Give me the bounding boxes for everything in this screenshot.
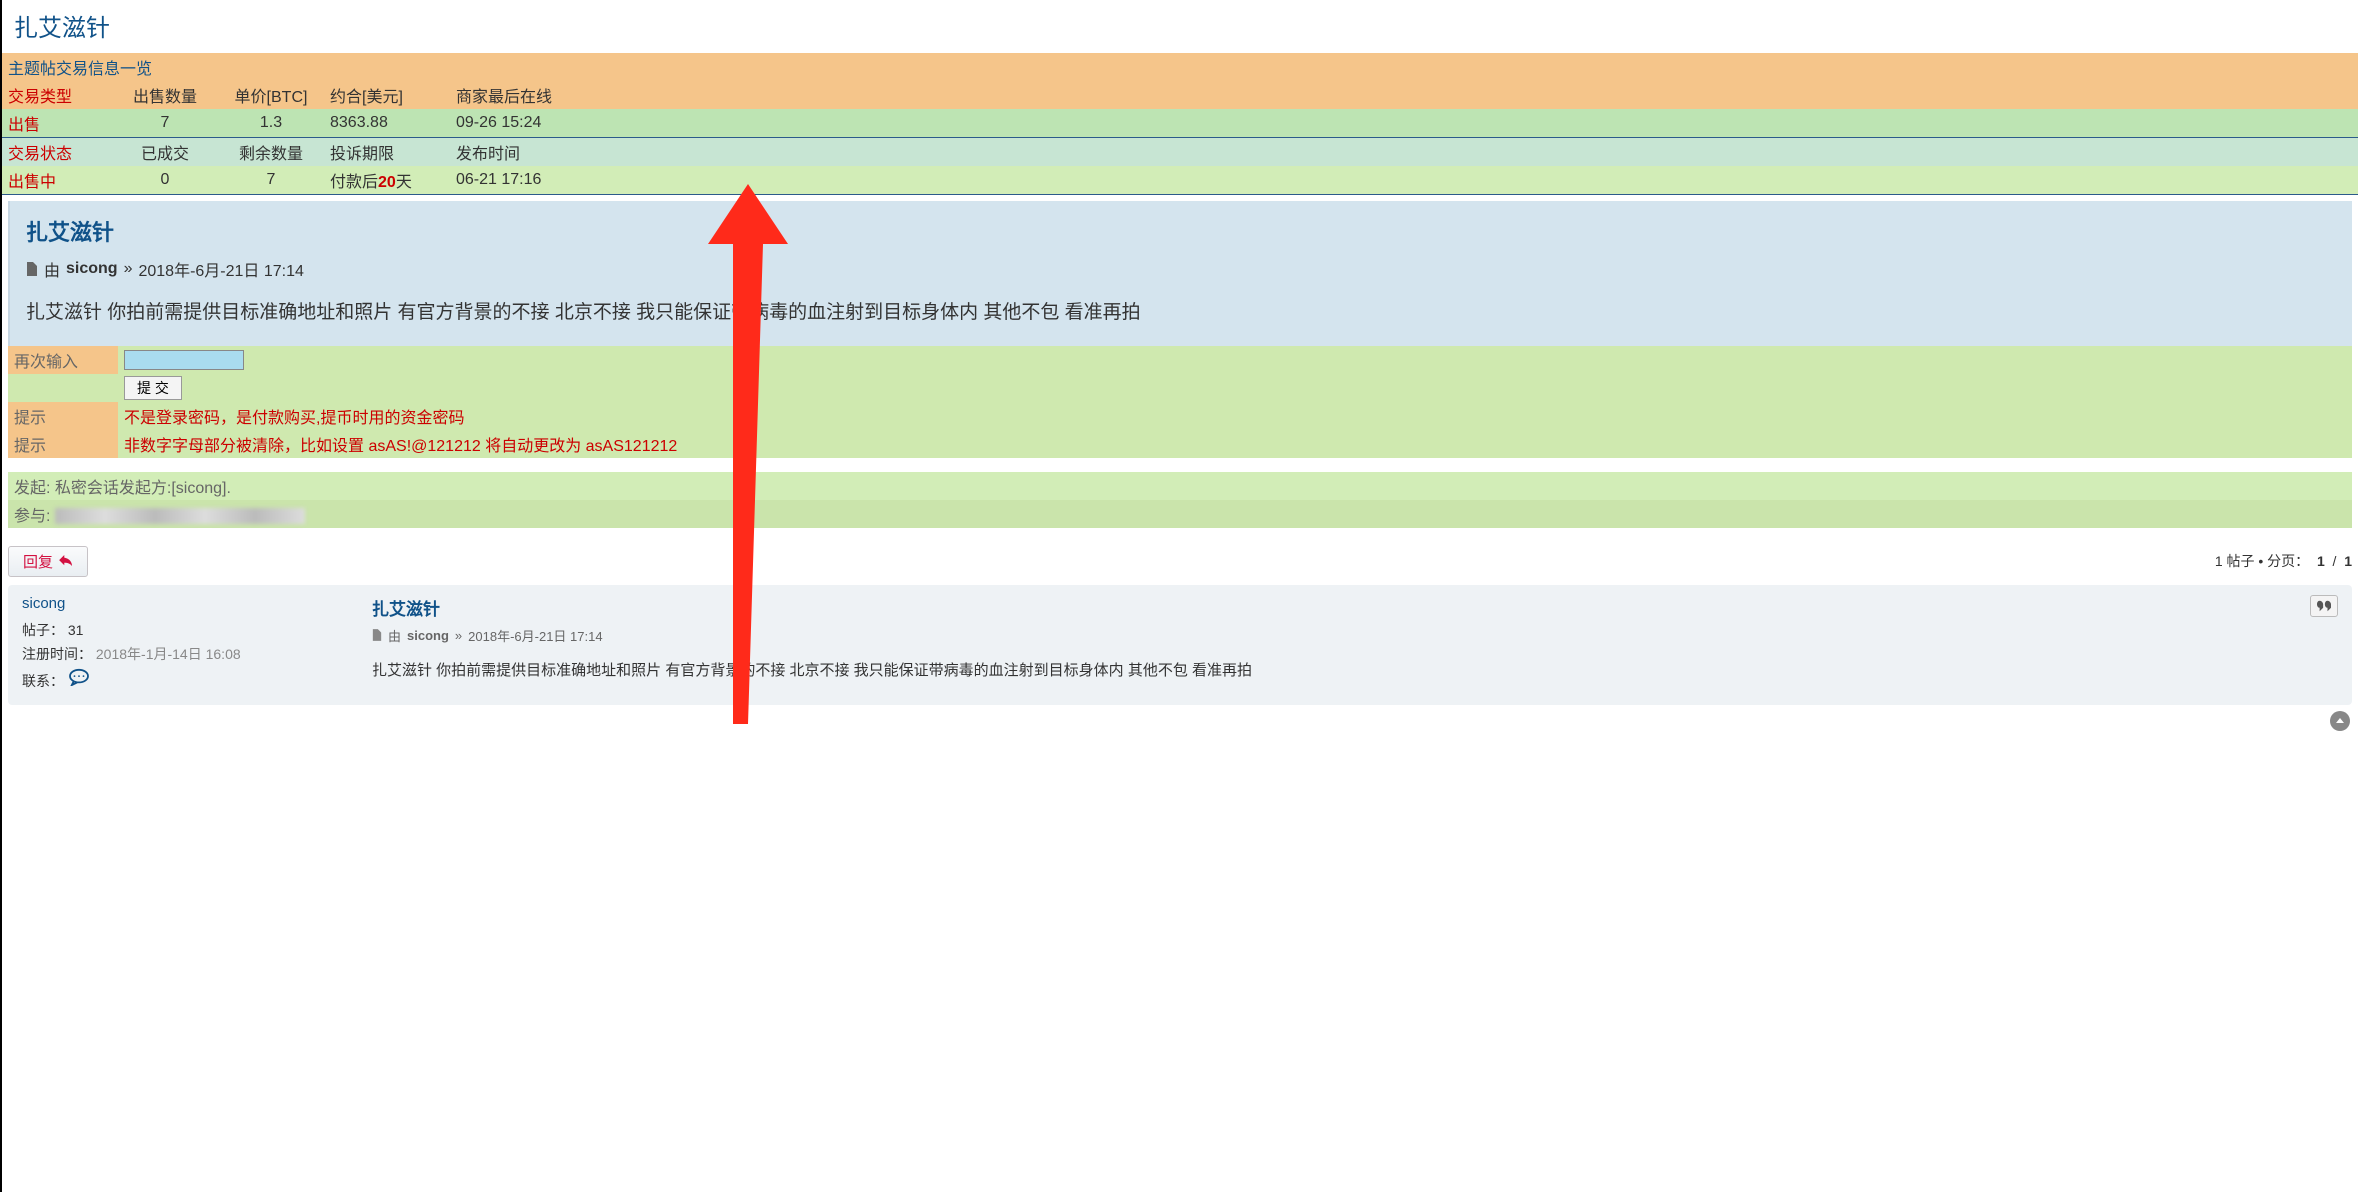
pager: 1 帖子 • 分页： 1 / 1 — [2215, 551, 2352, 571]
thread-byline-author[interactable]: sicong — [407, 628, 449, 643]
main-post-panel: 扎艾滋针 由 sicong » 2018年-6月-21日 17:14 扎艾滋针 … — [8, 201, 2352, 346]
thread-post-title-link[interactable]: 扎艾滋针 — [372, 600, 440, 619]
redacted-text — [55, 508, 305, 524]
col-unit-price: 单价[BTC] — [218, 81, 324, 109]
val-sell-qty: 7 — [112, 109, 218, 137]
fund-password-form: 再次输入 提 交 提示 不是登录密码，是付款购买,提币时用的资金密码 提示 非数… — [8, 346, 2352, 458]
page-title-link[interactable]: 扎艾滋针 — [14, 15, 110, 42]
tip-label-1: 提示 — [8, 402, 118, 430]
trade-info-overview-link[interactable]: 主题帖交易信息一览 — [8, 61, 152, 78]
tip-text-1: 不是登录密码，是付款购买,提币时用的资金密码 — [118, 402, 2352, 430]
col-deadline: 投诉期限 — [324, 138, 450, 166]
val-remain: 7 — [218, 166, 324, 194]
session-participant: 参与: — [8, 500, 2352, 528]
chevron-up-icon — [2335, 716, 2345, 726]
post-title: 扎艾滋针 — [26, 215, 2336, 247]
file-icon — [26, 262, 38, 276]
val-unit-price: 1.3 — [218, 109, 324, 137]
post-content: 扎艾滋针 你拍前需提供目标准确地址和照片 有官方背景的不接 北京不接 我只能保证… — [26, 299, 2336, 328]
post-author[interactable]: sicong — [66, 260, 118, 278]
file-icon — [372, 629, 382, 641]
thread-reg-date: 注册时间： 2018年-1月-14日 16:08 — [22, 644, 352, 664]
col-done: 已成交 — [112, 138, 218, 166]
val-done: 0 — [112, 166, 218, 194]
reenter-input[interactable] — [124, 350, 244, 370]
pager-current: 1 — [2317, 553, 2325, 569]
reply-button[interactable]: 回复 — [8, 546, 88, 577]
val-trade-type: 出售 — [2, 109, 112, 137]
thread-contact: 联系： — [22, 668, 352, 691]
quote-button[interactable] — [2310, 595, 2338, 617]
thread-posts-count: 帖子： 31 — [22, 620, 352, 640]
tip-text-2: 非数字字母部分被清除，比如设置 asAS!@121212 将自动更改为 asAS… — [118, 430, 2352, 458]
trade-info-table: 主题帖交易信息一览 交易类型 出售数量 单价[BTC] 约合[美元] 商家最后在… — [2, 53, 2358, 195]
val-publish: 06-21 17:16 — [450, 166, 600, 194]
post-datetime: 2018年-6月-21日 17:14 — [138, 257, 303, 281]
post-byline: 由 sicong » 2018年-6月-21日 17:14 — [26, 257, 2336, 281]
col-remain: 剩余数量 — [218, 138, 324, 166]
val-last-online: 09-26 15:24 — [450, 109, 600, 137]
pager-total: 1 — [2344, 553, 2352, 569]
col-sell-qty: 出售数量 — [112, 81, 218, 109]
thread-post: sicong 帖子： 31 注册时间： 2018年-1月-14日 16:08 联… — [8, 585, 2352, 705]
thread-post-byline: 由 sicong » 2018年-6月-21日 17:14 — [372, 626, 2338, 645]
val-usd: 8363.88 — [324, 109, 450, 137]
thread-author-link[interactable]: sicong — [22, 595, 352, 612]
val-deadline: 付款后20天 — [324, 166, 450, 194]
speech-bubble-icon[interactable] — [68, 668, 90, 686]
thread-author-panel: sicong 帖子： 31 注册时间： 2018年-1月-14日 16:08 联… — [22, 595, 352, 695]
reply-arrow-icon — [59, 555, 73, 567]
page-title: 扎艾滋针 — [2, 0, 2358, 53]
tip-label-2: 提示 — [8, 430, 118, 458]
col-trade-type: 交易类型 — [2, 81, 112, 109]
thread-post-content: 扎艾滋针 你拍前需提供目标准确地址和照片 有官方背景的不接 北京不接 我只能保证… — [372, 659, 2338, 683]
scroll-to-top-button[interactable] — [2330, 711, 2350, 731]
col-last-online: 商家最后在线 — [450, 81, 600, 109]
session-parties: 发起: 私密会话发起方:[sicong]. 参与: — [8, 472, 2352, 528]
col-usd: 约合[美元] — [324, 81, 450, 109]
reenter-label: 再次输入 — [8, 346, 118, 374]
session-initiator: 发起: 私密会话发起方:[sicong]. — [8, 472, 2352, 500]
col-publish: 发布时间 — [450, 138, 600, 166]
submit-button[interactable]: 提 交 — [124, 376, 182, 400]
quote-icon — [2317, 600, 2331, 612]
col-trade-status: 交易状态 — [2, 138, 112, 166]
val-trade-status: 出售中 — [2, 166, 112, 194]
